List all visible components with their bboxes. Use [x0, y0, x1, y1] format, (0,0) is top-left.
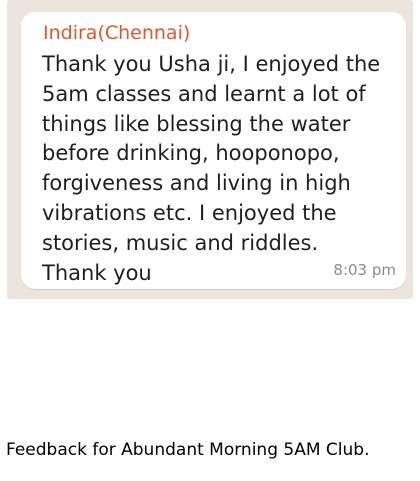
image-caption: Feedback for Abundant Morning 5AM Club. — [6, 440, 370, 460]
message-line: things like blessing the water — [42, 111, 351, 136]
message-line: before drinking, hooponopo, — [42, 141, 340, 166]
message-line: Thank you Usha ji, I enjoyed the — [42, 52, 381, 76]
message-line: stories, music and riddles. — [42, 230, 319, 255]
message-line: vibrations etc. I enjoyed the — [42, 200, 337, 225]
message-text: Thank you Usha ji, I enjoyed the 5am cla… — [42, 50, 392, 288]
message-line: forgiveness and living in high — [42, 171, 351, 196]
sender-name: Indira(Chennai) — [43, 22, 191, 44]
message-timestamp: 8:03 pm — [333, 261, 396, 279]
chat-screenshot: Indira(Chennai) Thank you Usha ji, I enj… — [7, 0, 413, 299]
message-line: 5am classes and learnt a lot of — [42, 81, 366, 106]
message-bubble: Indira(Chennai) Thank you Usha ji, I enj… — [21, 12, 406, 289]
